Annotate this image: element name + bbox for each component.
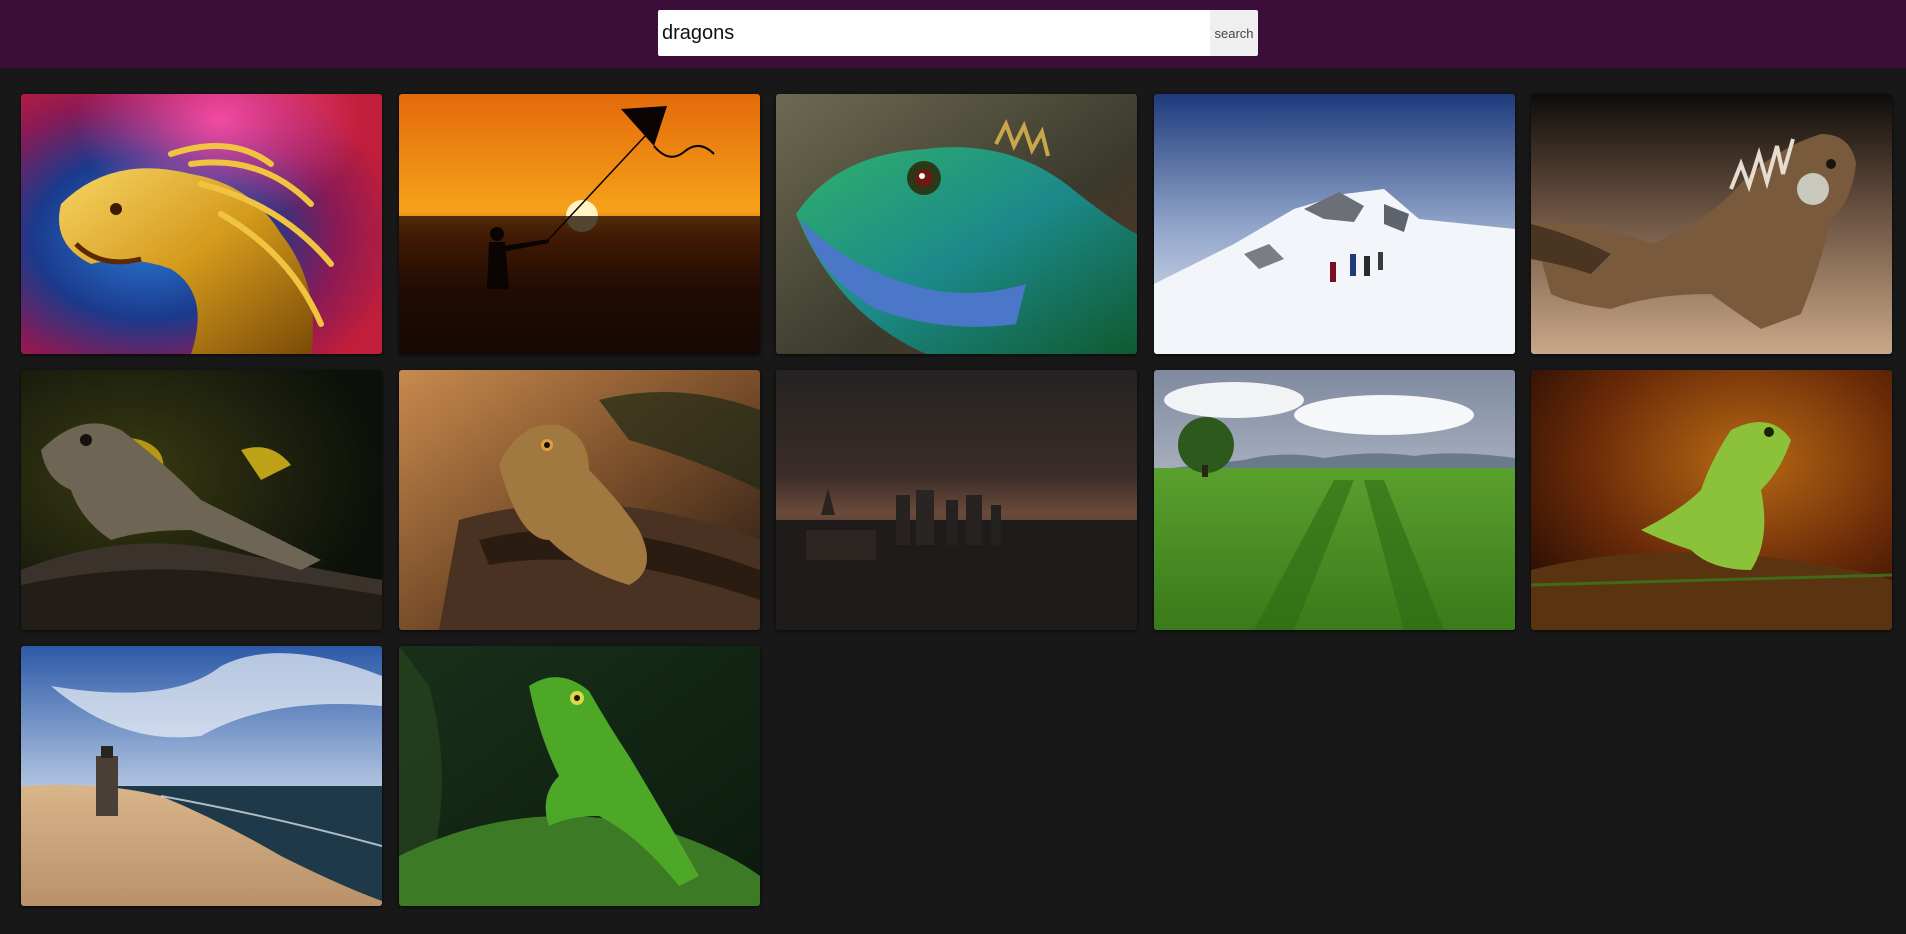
image-result-green-iguana[interactable] [1531,370,1892,630]
mountaineers-image [1153,94,1515,354]
search-form: search [658,10,1258,56]
image-result-iguana-sand[interactable] [1531,94,1892,354]
bearded-dragon-image [398,370,760,630]
green-iguana-image [1531,370,1892,630]
image-result-kite-sunset[interactable] [398,94,760,354]
image-result-water-dragon[interactable] [776,94,1137,354]
lizard-rock-image [21,370,382,630]
search-button[interactable]: search [1210,10,1258,56]
image-result-green-lizard[interactable] [398,646,760,906]
iguana-sand-image [1531,94,1892,354]
water-dragon-image [776,94,1137,354]
wheat-field-image [1153,370,1515,630]
top-bar: search [0,0,1906,68]
image-result-golden-dragon[interactable] [21,94,382,354]
dark-city-image [776,370,1137,630]
search-input[interactable] [658,10,1210,56]
image-results-grid [21,94,1895,906]
image-result-dark-city[interactable] [776,370,1137,630]
lighthouse-image [21,646,382,906]
green-lizard-image [398,646,760,906]
image-result-wheat-field[interactable] [1153,370,1515,630]
golden-dragon-image [21,94,382,354]
image-result-lighthouse[interactable] [21,646,382,906]
image-result-bearded-dragon[interactable] [398,370,760,630]
kite-sunset-image [398,94,760,354]
image-result-mountaineers[interactable] [1153,94,1515,354]
image-result-lizard-rock[interactable] [21,370,382,630]
